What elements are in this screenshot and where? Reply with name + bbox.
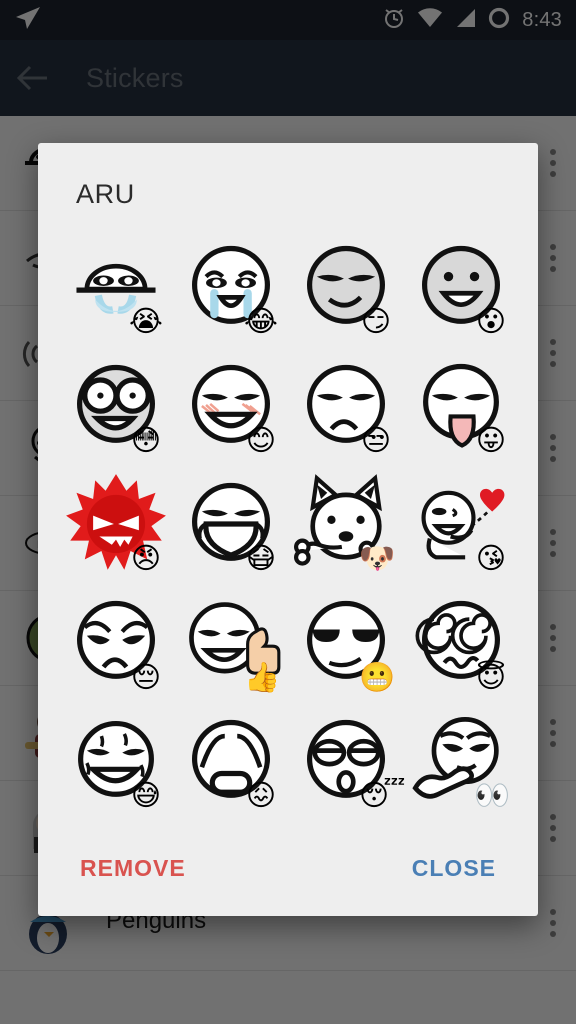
sticker-item[interactable]: 😂 [173,228,288,346]
sticker-item[interactable]: 😖 [173,702,288,820]
sticker-item[interactable]: 🐶 [288,465,403,583]
smirking-face-emoji: 😏 [360,304,392,339]
halo-face-emoji: 😇 [475,659,507,694]
sticker-item[interactable]: 😴 [288,702,406,820]
sticker-item[interactable]: 😊 [173,346,288,464]
sticker-item[interactable]: 😛 [403,346,518,464]
sticker-item[interactable]: 😬 [288,583,403,701]
sweat-smile-emoji: 😅 [130,778,162,812]
tears-of-joy-emoji: 😂 [244,304,278,339]
sticker-item[interactable]: 😔 [58,583,173,701]
thumbs-up-emoji: 👍 [244,659,281,694]
sticker-item[interactable]: 😒 [288,346,403,464]
sticker-item[interactable]: 😅 [58,702,173,820]
smiling-face-emoji: 😊 [245,422,277,457]
sticker-item[interactable]: 👍 [173,583,288,701]
face-with-open-mouth-emoji: 😮 [475,304,507,339]
grimacing-face-emoji: 😬 [359,659,396,694]
close-button[interactable]: CLOSE [404,845,504,892]
dialog-title: ARU [76,179,135,209]
pensive-face-emoji: 😔 [130,659,162,694]
tongue-out-emoji: 😛 [475,422,507,457]
dialog-actions: REMOVE CLOSE [38,820,538,916]
unamused-face-emoji: 😒 [360,422,392,457]
angry-face-emoji: 😠 [130,541,162,576]
sticker-item[interactable]: 😷 [173,465,288,583]
sticker-item[interactable]: 😮 [403,228,518,346]
kissing-heart-emoji: 😘 [475,541,507,576]
sticker-item[interactable]: 😭 [58,228,173,346]
masked-face-emoji: 😷 [245,541,277,576]
phone-screen: Bleh [0,0,576,1024]
eyes-emoji: 👀 [474,778,511,812]
remove-button[interactable]: REMOVE [72,845,194,892]
sticker-grid: 😭 😂 😏 😮 😳 😊 😒 😛 😠 😷 🐶 😘 😔 👍 😬 😇 😅 😖 😴 👀 [38,210,538,820]
sticker-pack-dialog: ARU 😭 😂 😏 😮 😳 😊 😒 😛 😠 😷 🐶 😘 😔 👍 😬 😇 😅 😖 … [38,143,538,916]
sticker-item[interactable]: 😏 [288,228,403,346]
dog-face-emoji: 🐶 [359,541,396,576]
sticker-item[interactable]: 😠 [58,465,173,583]
sticker-item[interactable]: 😘 [403,465,518,583]
sleeping-face-emoji: 😴 [359,778,406,812]
sticker-item[interactable]: 😳 [58,346,173,464]
sticker-item[interactable]: 👀 [403,702,518,820]
loudly-crying-face-emoji: 😭 [129,304,163,339]
flushed-face-emoji: 😳 [130,422,162,457]
sticker-item[interactable]: 😇 [403,583,518,701]
confounded-face-emoji: 😖 [245,778,277,812]
